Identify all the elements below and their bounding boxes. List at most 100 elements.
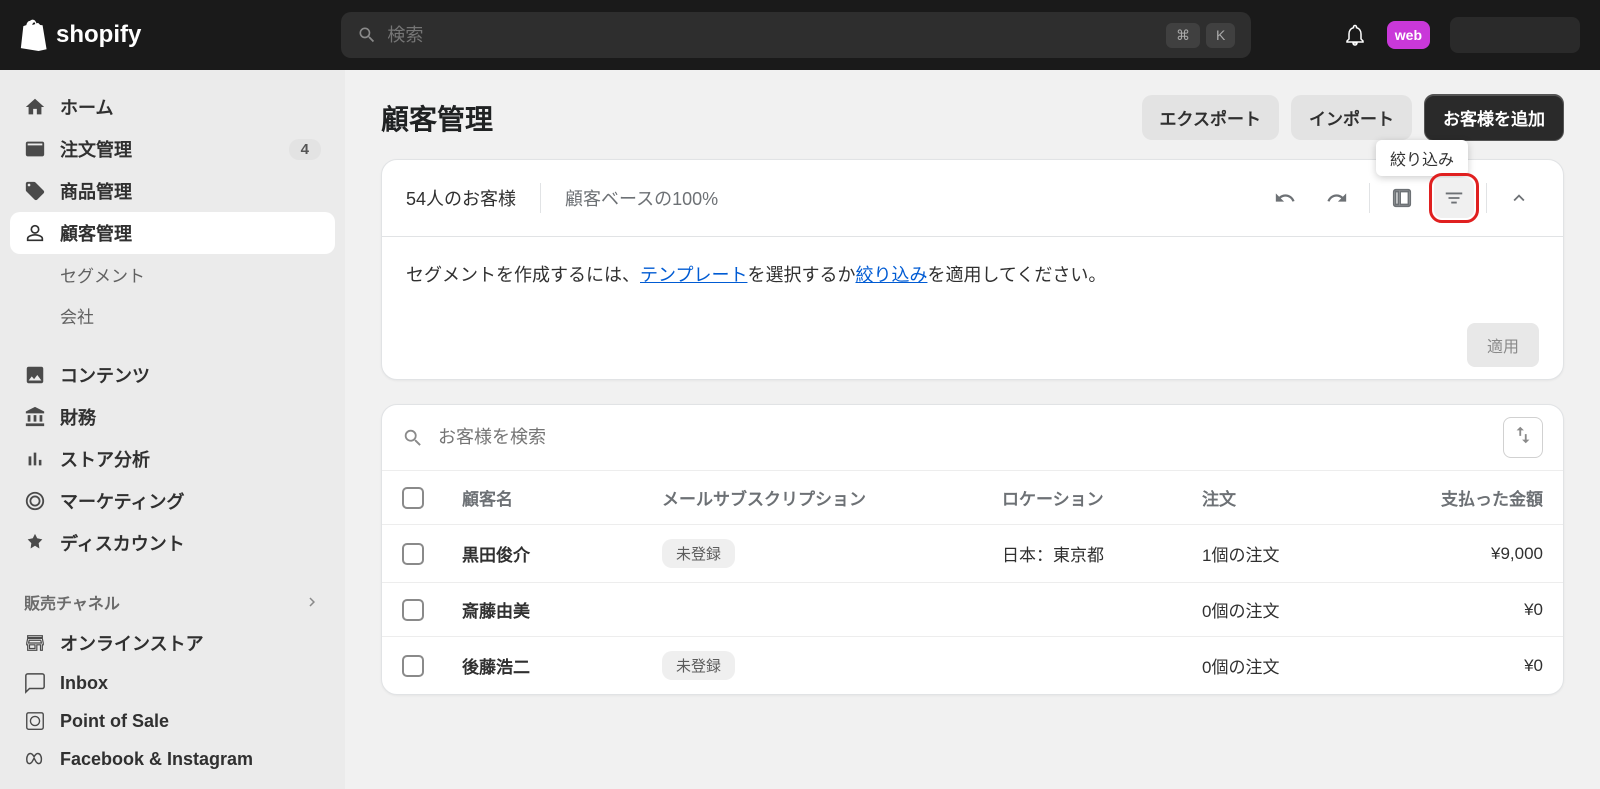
template-button[interactable] — [1382, 178, 1422, 218]
global-search-input[interactable] — [387, 25, 1166, 46]
orders-icon — [24, 138, 46, 160]
nav-label: ホーム — [60, 94, 113, 120]
segment-toolbar — [1265, 178, 1539, 218]
finance-icon — [24, 406, 46, 428]
subscription-badge: 未登録 — [662, 539, 735, 568]
export-button[interactable]: エクスポート — [1142, 95, 1280, 140]
help-text: セグメントを作成するには、 — [406, 265, 640, 285]
search-icon — [402, 427, 424, 449]
nav-label: オンラインストア — [60, 630, 204, 656]
row-checkbox[interactable] — [402, 655, 424, 677]
customer-name: 後藤浩二 — [462, 653, 662, 678]
nav-label: マーケティング — [60, 488, 185, 514]
divider — [1369, 183, 1370, 213]
customer-name: 斎藤由美 — [462, 597, 662, 622]
page-title: 顧客管理 — [381, 98, 493, 138]
home-icon — [24, 96, 46, 118]
nav-label: コンテンツ — [60, 362, 150, 388]
search-shortcut: ⌘ K — [1166, 23, 1235, 48]
user-menu[interactable] — [1450, 17, 1580, 53]
nav-label: 財務 — [60, 404, 96, 430]
brand-text: shopify — [56, 21, 141, 49]
filter-link[interactable]: 絞り込み — [855, 265, 927, 285]
customer-count: 54人のお客様 — [406, 185, 516, 211]
customer-subscription: 未登録 — [662, 651, 1002, 680]
table-search-input[interactable] — [438, 427, 1489, 448]
collapse-button[interactable] — [1499, 178, 1539, 218]
customer-location: 日本：東京都 — [1002, 541, 1202, 566]
divider — [540, 183, 541, 213]
sort-button[interactable] — [1503, 417, 1543, 458]
customers-icon — [24, 222, 46, 244]
undo-icon — [1274, 187, 1296, 209]
redo-icon — [1326, 187, 1348, 209]
nav-home[interactable]: ホーム — [10, 86, 335, 128]
row-checkbox[interactable] — [402, 543, 424, 565]
undo-button[interactable] — [1265, 178, 1305, 218]
main-content: 顧客管理 エクスポート インポート お客様を追加 絞り込み 54人のお客様 顧客… — [345, 70, 1600, 789]
nav-marketing[interactable]: マーケティング — [10, 480, 335, 522]
notifications-icon[interactable] — [1343, 23, 1367, 47]
col-header-amount: 支払った金額 — [1402, 485, 1543, 510]
segment-help: セグメントを作成するには、テンプレートを選択するか絞り込みを適用してください。 — [382, 237, 1563, 311]
global-search[interactable]: ⌘ K — [341, 12, 1251, 58]
customer-orders: 1個の注文 — [1202, 541, 1402, 566]
analytics-icon — [24, 448, 46, 470]
chevron-right-icon — [303, 593, 321, 611]
col-header-location: ロケーション — [1002, 485, 1202, 510]
help-text: を適用してください。 — [927, 265, 1106, 285]
nav-inbox[interactable]: Inbox — [10, 664, 335, 702]
customer-amount: ¥0 — [1402, 600, 1543, 620]
filter-tooltip: 絞り込み — [1376, 140, 1468, 176]
channels-header[interactable]: 販売チャネル — [10, 582, 335, 622]
avatar[interactable]: web — [1387, 21, 1430, 49]
nav-customers[interactable]: 顧客管理 — [10, 212, 335, 254]
nav-discounts[interactable]: ディスカウント — [10, 522, 335, 564]
topbar-right: web — [1343, 17, 1580, 53]
customer-name: 黒田俊介 — [462, 541, 662, 566]
col-header-name: 顧客名 — [462, 485, 662, 510]
col-header-subscription: メールサブスクリプション — [662, 485, 1002, 510]
nav-content[interactable]: コンテンツ — [10, 354, 335, 396]
pos-icon — [24, 710, 46, 732]
table-row[interactable]: 黒田俊介 未登録 日本：東京都 1個の注文 ¥9,000 — [382, 524, 1563, 582]
filter-button[interactable] — [1434, 178, 1474, 218]
store-icon — [24, 632, 46, 654]
discounts-icon — [24, 532, 46, 554]
nav-label: ストア分析 — [60, 446, 150, 472]
nav-segments[interactable]: セグメント — [10, 254, 335, 295]
channels-label: 販売チャネル — [24, 590, 120, 614]
brand-logo[interactable]: shopify — [20, 19, 141, 51]
select-all-checkbox[interactable] — [402, 487, 424, 509]
nav-companies[interactable]: 会社 — [10, 295, 335, 336]
table-row[interactable]: 斎藤由美 0個の注文 ¥0 — [382, 582, 1563, 636]
nav-label: 顧客管理 — [60, 220, 132, 246]
nav-label: Inbox — [60, 673, 108, 694]
chevron-up-icon — [1508, 187, 1530, 209]
nav-fb-ig[interactable]: Facebook & Instagram — [10, 740, 335, 778]
add-customer-button[interactable]: お客様を追加 — [1424, 94, 1564, 141]
table-row[interactable]: 後藤浩二 未登録 0個の注文 ¥0 — [382, 636, 1563, 694]
segment-card: 54人のお客様 顧客ベースの100% セグメントを作成するには、テンプレートを選… — [381, 159, 1564, 380]
customer-orders: 0個の注文 — [1202, 597, 1402, 622]
nav-orders[interactable]: 注文管理4 — [10, 128, 335, 170]
nav-label: 注文管理 — [60, 136, 132, 162]
redo-button[interactable] — [1317, 178, 1357, 218]
nav-pos[interactable]: Point of Sale — [10, 702, 335, 740]
nav-online-store[interactable]: オンラインストア — [10, 622, 335, 664]
meta-icon — [24, 748, 46, 770]
row-checkbox[interactable] — [402, 599, 424, 621]
help-text: を選択するか — [747, 265, 855, 285]
content-icon — [24, 364, 46, 386]
import-button[interactable]: インポート — [1291, 95, 1412, 140]
marketing-icon — [24, 490, 46, 512]
customers-table: 顧客名 メールサブスクリプション ロケーション 注文 支払った金額 黒田俊介 未… — [382, 470, 1563, 694]
nav-finance[interactable]: 財務 — [10, 396, 335, 438]
segment-footer: 適用 — [382, 311, 1563, 379]
col-header-orders: 注文 — [1202, 485, 1402, 510]
nav-analytics[interactable]: ストア分析 — [10, 438, 335, 480]
nav-products[interactable]: 商品管理 — [10, 170, 335, 212]
template-link[interactable]: テンプレート — [640, 265, 747, 285]
inbox-icon — [24, 672, 46, 694]
apply-button[interactable]: 適用 — [1467, 323, 1539, 367]
